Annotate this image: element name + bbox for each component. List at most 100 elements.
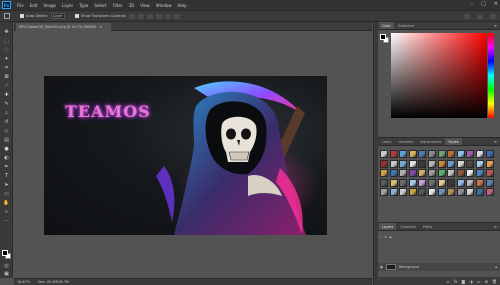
style-preset-swatch[interactable] (418, 169, 427, 178)
style-preset-swatch[interactable] (485, 169, 494, 178)
style-preset-swatch[interactable] (399, 169, 408, 178)
style-preset-swatch[interactable] (485, 178, 494, 187)
document-tab[interactable]: MP4 DiabelOS_TeamOS.png @ 16.7% (RGB/8) … (16, 23, 111, 31)
adjustment-layer-icon[interactable]: ◑ (469, 279, 473, 284)
lock-icon[interactable]: 🔒︎ (390, 235, 392, 239)
close-icon[interactable]: ✕ (494, 1, 498, 7)
3d-mode-icon[interactable] (464, 13, 470, 19)
auto-select-checkbox[interactable] (20, 14, 24, 18)
filter-icon[interactable]: ⌕ (380, 235, 382, 239)
tab-color[interactable]: Color (379, 22, 394, 29)
style-preset-swatch[interactable] (466, 178, 475, 187)
style-preset-swatch[interactable] (437, 169, 446, 178)
style-preset-swatch[interactable] (418, 188, 427, 197)
style-preset-swatch[interactable] (485, 159, 494, 168)
new-group-icon[interactable]: ▭ (477, 279, 481, 284)
style-preset-swatch[interactable] (427, 169, 436, 178)
layer-name[interactable]: Background (399, 265, 419, 269)
style-preset-swatch[interactable] (447, 159, 456, 168)
history-brush-icon[interactable]: ↺ (3, 118, 10, 125)
add-mask-icon[interactable]: ◙ (461, 279, 465, 284)
style-preset-swatch[interactable] (485, 188, 494, 197)
quick-mask-icon[interactable]: ◎ (3, 262, 10, 269)
foreground-color-chip[interactable] (380, 34, 386, 40)
style-preset-swatch[interactable] (437, 178, 446, 187)
screen-mode-icon[interactable]: ▣ (3, 270, 10, 277)
panel-menu-icon[interactable]: ≡ (494, 224, 497, 229)
style-preset-swatch[interactable] (447, 188, 456, 197)
fx-icon[interactable]: fx (454, 279, 458, 284)
auto-select-dropdown[interactable]: Layer (51, 13, 66, 19)
align-left-icon[interactable] (128, 13, 135, 19)
align-right-icon[interactable] (146, 13, 153, 19)
style-preset-swatch[interactable] (380, 169, 388, 178)
eye-icon[interactable]: ◉ (380, 265, 383, 269)
type-tool-icon[interactable]: T (3, 172, 10, 179)
blur-tool-icon[interactable]: ● (3, 145, 10, 152)
gradient-tool-icon[interactable]: ▤ (3, 136, 10, 143)
healing-brush-icon[interactable]: ✚ (3, 91, 10, 98)
marquee-tool-icon[interactable]: ⬚ (3, 37, 10, 44)
tab-paths[interactable]: Paths (420, 223, 435, 230)
search-icon[interactable] (477, 13, 483, 19)
style-preset-swatch[interactable] (408, 150, 417, 158)
style-preset-swatch[interactable] (389, 178, 398, 187)
canvas-area[interactable]: TEAMOS (14, 31, 372, 278)
menu-select[interactable]: Select (94, 3, 106, 8)
color-picker-field[interactable] (391, 33, 487, 118)
clone-stamp-icon[interactable]: ⊥ (3, 109, 10, 116)
style-preset-swatch[interactable] (380, 178, 388, 187)
style-preset-swatch[interactable] (456, 188, 465, 197)
trash-icon[interactable]: 🗑︎ (492, 279, 497, 284)
style-preset-swatch[interactable] (408, 188, 417, 197)
menu-view[interactable]: View (140, 3, 150, 8)
hue-slider[interactable] (488, 33, 494, 118)
style-preset-swatch[interactable] (380, 188, 388, 197)
eyedropper-icon[interactable]: ⟋ (3, 82, 10, 89)
style-preset-swatch[interactable] (399, 178, 408, 187)
style-preset-swatch[interactable] (418, 159, 427, 168)
style-preset-swatch[interactable] (475, 178, 484, 187)
path-selection-icon[interactable]: ➤ (3, 181, 10, 188)
style-preset-swatch[interactable] (408, 169, 417, 178)
menu-window[interactable]: Window (156, 3, 172, 8)
brush-tool-icon[interactable]: ✎ (3, 100, 10, 107)
move-tool-icon[interactable] (4, 13, 10, 19)
minimize-icon[interactable]: – (471, 1, 474, 7)
style-preset-swatch[interactable] (427, 159, 436, 168)
menu-layer[interactable]: Layer (62, 3, 73, 8)
align-bottom-icon[interactable] (173, 13, 180, 19)
style-preset-swatch[interactable] (456, 150, 465, 158)
more-tools-icon[interactable]: ⋯ (3, 217, 10, 224)
align-top-icon[interactable] (155, 13, 162, 19)
foreground-color-swatch[interactable] (2, 250, 8, 256)
style-preset-swatch[interactable] (427, 150, 436, 158)
maximize-icon[interactable]: □ (481, 1, 486, 7)
magic-wand-icon[interactable]: ✦ (3, 55, 10, 62)
align-middle-icon[interactable] (164, 13, 171, 19)
layer-row-background[interactable]: ◉ Background 🔒︎ (378, 263, 500, 271)
tab-adjustments[interactable]: Adjustments (417, 138, 444, 145)
style-preset-swatch[interactable] (427, 188, 436, 197)
tab-channels[interactable]: Channels (397, 223, 419, 230)
crop-tool-icon[interactable]: ⌗ (3, 64, 10, 71)
blend-mode-dropdown[interactable]: ▾ (385, 235, 387, 239)
panel-menu-icon[interactable]: ≡ (494, 139, 497, 144)
style-preset-swatch[interactable] (389, 150, 398, 158)
zoom-level[interactable]: 16.67% (17, 280, 30, 284)
style-preset-swatch[interactable] (466, 169, 475, 178)
align-center-icon[interactable] (137, 13, 144, 19)
style-preset-swatch[interactable] (437, 150, 446, 158)
move-tool-icon[interactable]: ✥ (3, 28, 10, 35)
style-preset-swatch[interactable] (466, 188, 475, 197)
style-preset-swatch[interactable] (418, 150, 427, 158)
rectangle-tool-icon[interactable]: ▭ (3, 190, 10, 197)
style-preset-swatch[interactable] (475, 150, 484, 158)
style-preset-swatch[interactable] (418, 178, 427, 187)
panel-menu-icon[interactable]: ≡ (494, 23, 497, 28)
new-layer-icon[interactable]: ⊞ (485, 279, 488, 284)
hand-tool-icon[interactable]: ✋ (3, 199, 10, 206)
style-preset-swatch[interactable] (408, 178, 417, 187)
eraser-icon[interactable]: ◇ (3, 127, 10, 134)
style-preset-swatch[interactable] (408, 159, 417, 168)
